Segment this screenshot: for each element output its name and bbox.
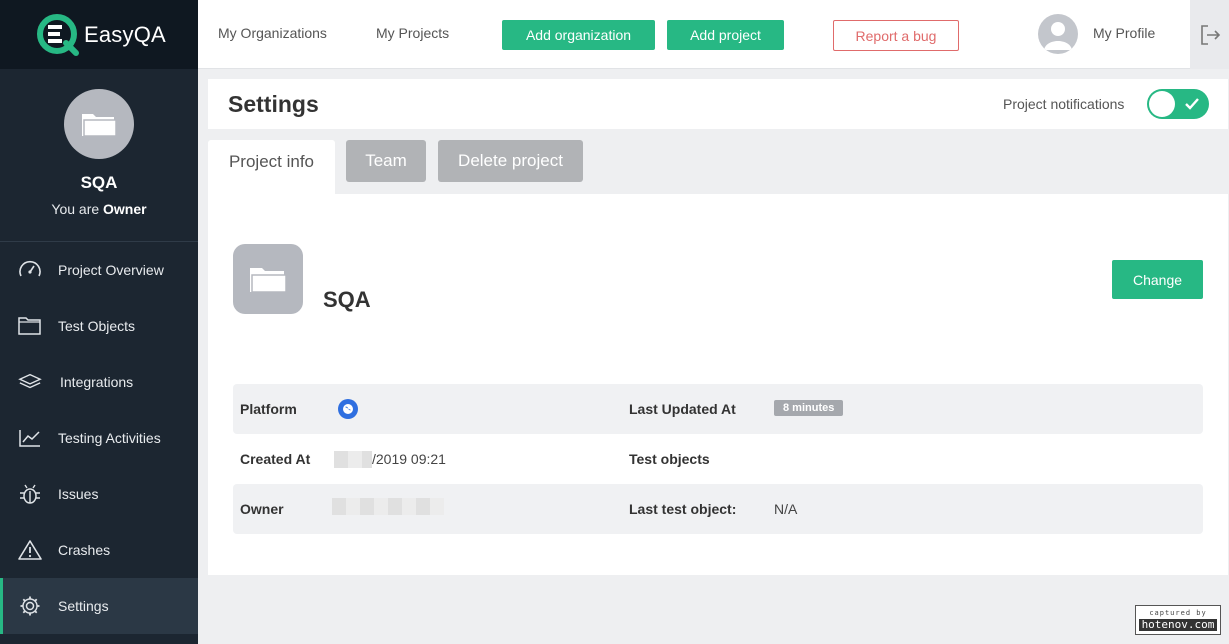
sidebar-item-test-objects[interactable]: Test Objects bbox=[0, 298, 198, 354]
watermark-bottom: hotenov.com bbox=[1139, 619, 1217, 631]
project-name: SQA bbox=[323, 287, 371, 312]
watermark: captured by hotenov.com bbox=[1135, 605, 1221, 635]
my-projects-link[interactable]: My Projects bbox=[376, 25, 449, 41]
notifications-toggle[interactable] bbox=[1147, 89, 1209, 119]
user-icon bbox=[1044, 22, 1072, 50]
notifications-label: Project notifications bbox=[1003, 96, 1125, 112]
avatar[interactable] bbox=[1038, 14, 1078, 54]
easyqa-logo-icon bbox=[36, 13, 80, 57]
redacted-date bbox=[334, 451, 372, 468]
sidebar-item-label: Issues bbox=[58, 486, 99, 502]
folder-icon bbox=[18, 314, 42, 338]
owner-label: Owner bbox=[240, 501, 284, 517]
sidebar-item-testing-activities[interactable]: Testing Activities bbox=[0, 410, 198, 466]
change-button[interactable]: Change bbox=[1112, 260, 1203, 299]
sidebar-item-issues[interactable]: Issues bbox=[0, 466, 198, 522]
last-updated-label: Last Updated At bbox=[629, 401, 736, 417]
app-logo[interactable]: EasyQA bbox=[0, 0, 198, 69]
sidebar-item-label: Project Overview bbox=[58, 262, 164, 278]
folder-icon bbox=[250, 268, 287, 293]
redacted-owner bbox=[332, 498, 444, 515]
last-test-object-value: N/A bbox=[774, 501, 798, 517]
tab-team[interactable]: Team bbox=[346, 140, 426, 182]
project-avatar bbox=[233, 244, 303, 314]
created-label: Created At bbox=[240, 451, 311, 467]
warning-icon bbox=[18, 538, 42, 562]
logout-button[interactable] bbox=[1190, 0, 1229, 69]
sidebar-item-label: Crashes bbox=[58, 542, 111, 558]
sidebar-item-label: Integrations bbox=[60, 374, 134, 390]
add-project-button[interactable]: Add project bbox=[667, 20, 784, 50]
my-organizations-link[interactable]: My Organizations bbox=[218, 25, 327, 41]
logout-icon bbox=[1200, 24, 1220, 45]
sidebar-item-crashes[interactable]: Crashes bbox=[0, 522, 198, 578]
test-objects-label: Test objects bbox=[629, 451, 710, 467]
last-test-object-label: Last test object: bbox=[629, 501, 737, 517]
tab-project-info[interactable]: Project info bbox=[208, 140, 335, 196]
info-row-platform: Platform Last Updated At 8 minutes bbox=[233, 384, 1203, 434]
sidebar-item-label: Test Objects bbox=[58, 318, 136, 334]
platform-label: Platform bbox=[240, 401, 297, 417]
sidebar-item-label: Settings bbox=[58, 598, 109, 614]
project-summary: SQA You are Owner bbox=[0, 69, 198, 242]
checkmark-icon bbox=[1185, 98, 1199, 110]
report-bug-button[interactable]: Report a bug bbox=[833, 20, 959, 51]
sidebar-item-label: Testing Activities bbox=[58, 430, 161, 446]
role-prefix: You are bbox=[51, 201, 100, 217]
sidebar-item-project-overview[interactable]: Project Overview bbox=[0, 242, 198, 298]
sidebar: EasyQA SQA You are Owner Project Overvie… bbox=[0, 0, 198, 644]
created-value: /2019 09:21 bbox=[372, 451, 446, 467]
sidebar-nav: Project Overview Test Objects Integratio… bbox=[0, 242, 198, 634]
settings-header: Settings Project notifications bbox=[208, 79, 1228, 129]
speedometer-icon bbox=[18, 258, 42, 282]
chart-line-icon bbox=[18, 426, 42, 450]
info-row-created: Created At /2019 09:21 Test objects bbox=[233, 434, 1203, 484]
page-title: Settings bbox=[228, 91, 319, 117]
project-avatar bbox=[64, 89, 134, 159]
tab-delete-project[interactable]: Delete project bbox=[438, 140, 583, 182]
top-navbar: My Organizations My Projects Add organiz… bbox=[198, 0, 1229, 69]
layers-icon bbox=[18, 370, 42, 394]
toggle-knob bbox=[1149, 91, 1175, 117]
sidebar-item-settings[interactable]: Settings bbox=[0, 578, 198, 634]
add-organization-button[interactable]: Add organization bbox=[502, 20, 655, 50]
watermark-top: captured by bbox=[1149, 609, 1207, 617]
sidebar-project-name: SQA bbox=[80, 173, 118, 192]
user-role: You are Owner bbox=[0, 201, 198, 217]
info-row-owner: Owner Last test object: N/A bbox=[233, 484, 1203, 534]
app-name: EasyQA bbox=[84, 21, 166, 47]
web-globe-icon bbox=[338, 399, 358, 419]
status-badge: 8 minutes bbox=[774, 400, 844, 416]
sidebar-item-integrations[interactable]: Integrations bbox=[0, 354, 198, 410]
role-value: Owner bbox=[103, 201, 147, 217]
gear-icon bbox=[18, 594, 42, 618]
folder-icon bbox=[82, 114, 117, 137]
my-profile-link[interactable]: My Profile bbox=[1093, 25, 1155, 41]
bug-icon bbox=[18, 482, 42, 506]
project-info-card: SQA Change Platform Last Updated At 8 mi… bbox=[208, 194, 1228, 575]
